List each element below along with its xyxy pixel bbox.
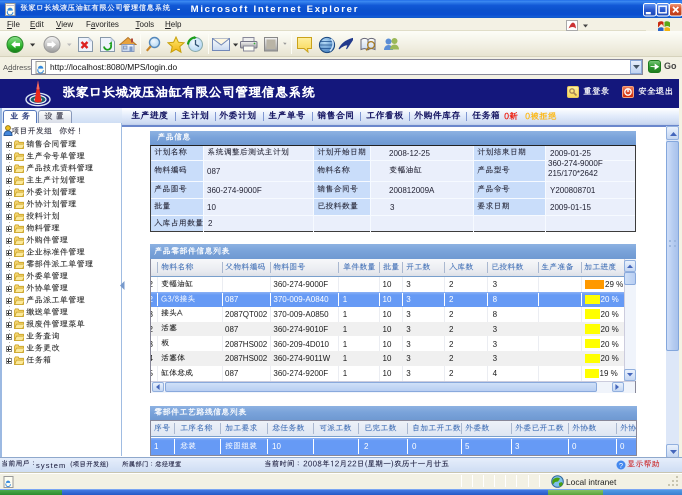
svg-text:?: ?	[618, 460, 622, 469]
